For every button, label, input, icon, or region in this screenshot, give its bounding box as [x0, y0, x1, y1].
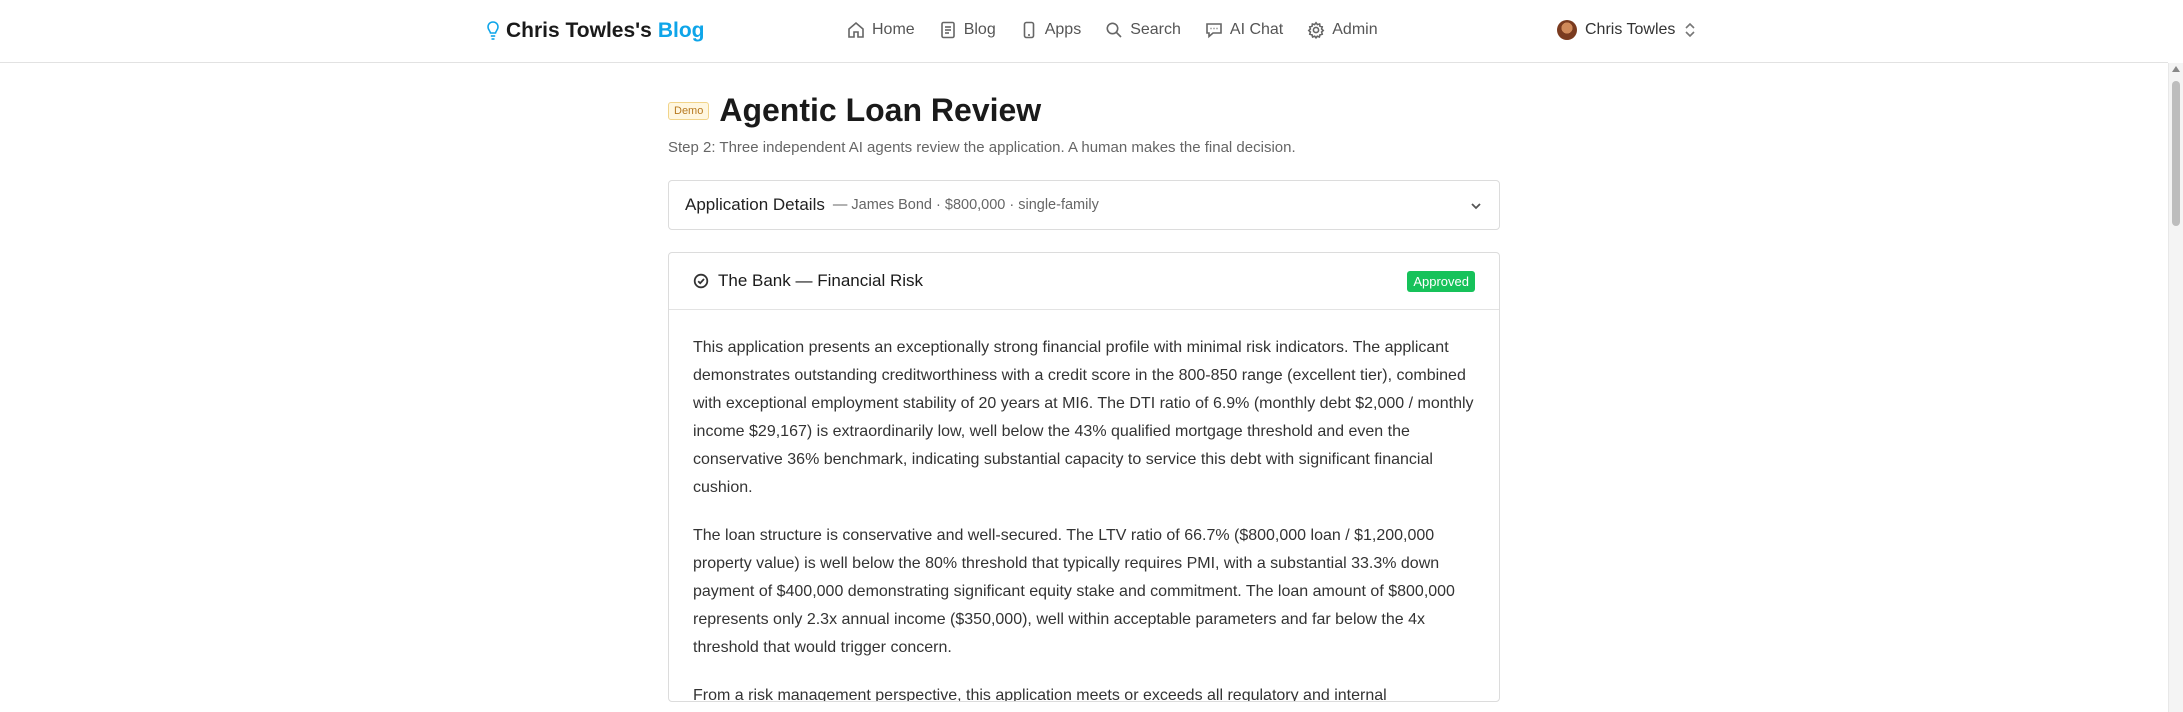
review-card-header: The Bank — Financial Risk Approved [669, 253, 1499, 310]
scroll-up-arrow-icon[interactable] [2172, 66, 2180, 72]
nav-label-home: Home [872, 21, 915, 38]
document-icon [940, 21, 955, 39]
application-details-toggle[interactable]: Application Details — James Bond · $800,… [668, 180, 1500, 230]
nav-item-blog[interactable]: Blog [939, 21, 996, 39]
gear-icon [1307, 21, 1325, 39]
chat-icon [1206, 23, 1222, 39]
page-title: Agentic Loan Review [719, 92, 1042, 128]
nav-item-admin[interactable]: Admin [1307, 21, 1378, 39]
brand-accent: Blog [657, 19, 705, 42]
nav-label-admin: Admin [1332, 21, 1378, 38]
page-subtitle: Step 2: Three independent AI agents revi… [668, 139, 1296, 156]
user-menu[interactable]: Chris Towles [1557, 20, 1697, 40]
review-paragraph: From a risk management perspective, this… [693, 687, 1387, 702]
top-navigation-bar: Chris Towles's Blog Home Blog Apps Searc… [0, 0, 2168, 63]
search-icon [1106, 22, 1122, 38]
nav-label-ai-chat: AI Chat [1229, 21, 1284, 38]
review-paragraph: This application presents an exceptional… [693, 339, 1474, 496]
home-icon [848, 21, 864, 38]
nav-item-ai-chat[interactable]: AI Chat [1205, 21, 1283, 39]
nav-item-search[interactable]: Search [1105, 21, 1181, 39]
page-scrollbar[interactable] [2168, 63, 2183, 712]
review-card-title: The Bank — Financial Risk [718, 271, 924, 290]
scrollbar-thumb[interactable] [2172, 81, 2180, 226]
chevron-down-icon [1471, 203, 1481, 210]
demo-badge: Demo [668, 101, 710, 120]
site-brand[interactable]: Chris Towles's Blog [486, 19, 704, 43]
application-details-summary: — James Bond · $800,000 · single-family [832, 197, 1099, 213]
avatar [1557, 20, 1577, 40]
lightbulb-icon [487, 21, 499, 40]
review-card-body: This application presents an exceptional… [669, 310, 1499, 702]
chevron-up-down-icon [1685, 22, 1695, 38]
user-name: Chris Towles [1585, 21, 1676, 38]
main-nav: Home Blog Apps Search AI Chat Admin [847, 21, 1378, 39]
nav-item-home[interactable]: Home [847, 21, 915, 39]
nav-item-apps[interactable]: Apps [1020, 21, 1081, 39]
main-content: Demo Agentic Loan Review Step 2: Three i… [668, 92, 1500, 702]
nav-label-search: Search [1130, 21, 1181, 38]
phone-icon [1023, 21, 1035, 39]
status-badge: Approved [1407, 271, 1475, 292]
brand-name: Chris Towles's [506, 19, 652, 42]
nav-label-apps: Apps [1044, 21, 1082, 38]
review-paragraph: The loan structure is conservative and w… [693, 527, 1455, 656]
page-title-row: Demo Agentic Loan Review [668, 92, 1500, 129]
check-circle-icon [693, 273, 709, 289]
financial-risk-review-card: The Bank — Financial Risk Approved This … [668, 252, 1500, 702]
nav-label-blog: Blog [963, 21, 996, 38]
application-details-title: Application Details [685, 195, 825, 214]
